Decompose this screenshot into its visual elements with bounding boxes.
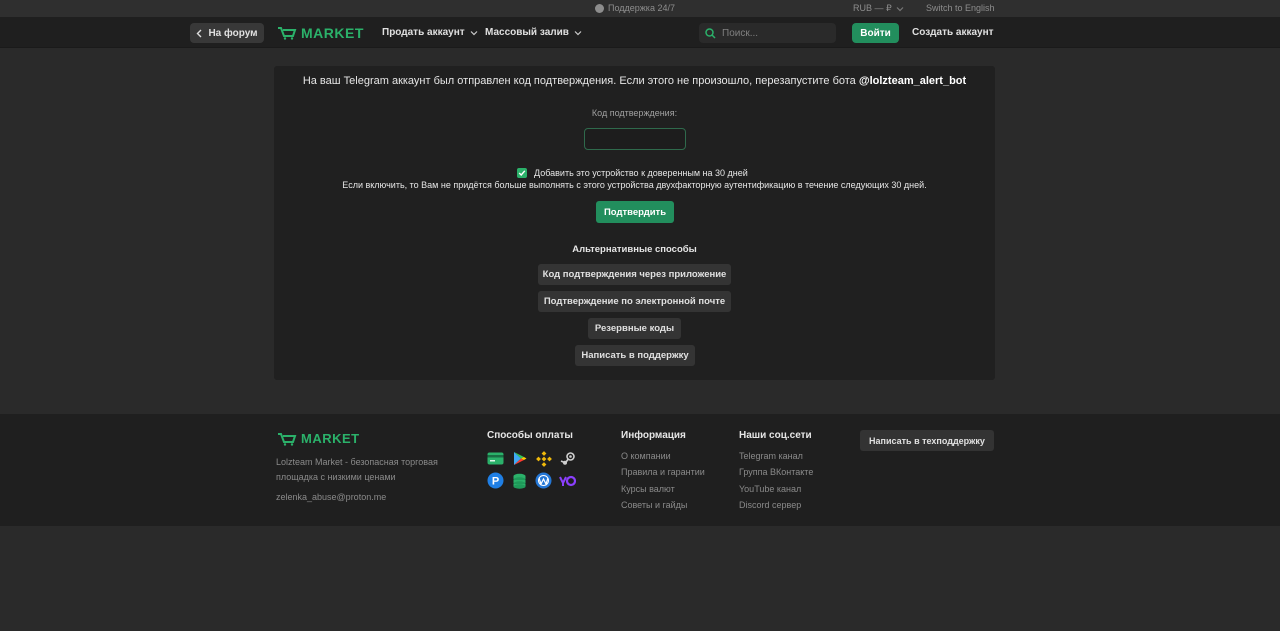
info-link-rates[interactable]: Курсы валют [621, 484, 675, 494]
search-icon [705, 27, 716, 39]
info-link-tips[interactable]: Советы и гайды [621, 500, 687, 510]
alt-backup-codes-button[interactable]: Резервные коды [588, 318, 681, 339]
main-nav: На форум MARKET Продать аккаунт Массовый… [0, 17, 1280, 48]
steam-icon [559, 450, 576, 467]
confirm-button[interactable]: Подтвердить [596, 201, 674, 223]
signup-link[interactable]: Создать аккаунт [912, 27, 994, 38]
chat-icon [595, 3, 604, 13]
market-logo[interactable]: MARKET [277, 25, 364, 41]
info-title: Информация [621, 430, 686, 441]
social-link-telegram[interactable]: Telegram канал [739, 451, 803, 461]
cart-icon [278, 27, 297, 40]
yoomoney-icon [559, 472, 576, 489]
back-to-forum-button[interactable]: На форум [190, 23, 264, 43]
currency-label: RUB — ₽ [853, 3, 892, 13]
social-link-vk[interactable]: Группа ВКонтакте [739, 467, 813, 477]
footer-logo[interactable]: MARKET [277, 431, 360, 446]
trust-label: Добавить это устройство к доверенным на … [534, 168, 748, 178]
code-input[interactable] [584, 128, 686, 150]
webmoney-icon [535, 472, 552, 489]
chevron-down-icon [896, 6, 904, 11]
support-label: Поддержка 24/7 [608, 3, 675, 13]
payments-title: Способы оплаты [487, 430, 573, 441]
svg-text:P: P [492, 476, 499, 488]
footer-logo-text: MARKET [301, 431, 360, 446]
back-label: На форум [208, 27, 258, 39]
chevron-left-icon [196, 29, 202, 37]
check-icon [518, 170, 526, 177]
bulk-upload-menu[interactable]: Массовый залив [485, 27, 582, 38]
binance-icon [535, 450, 552, 467]
telegram-message: На ваш Telegram аккаунт был отправлен ко… [274, 75, 995, 87]
info-link-rules[interactable]: Правила и гарантии [621, 467, 705, 477]
language-switch[interactable]: Switch to English [926, 3, 995, 13]
footer-description: Lolzteam Market - безопасная торговая пл… [276, 457, 438, 482]
chevron-down-icon [470, 30, 478, 35]
trust-device-row[interactable]: Добавить это устройство к доверенным на … [517, 168, 748, 178]
search-placeholder: Поиск... [722, 27, 759, 39]
alt-app-code-button[interactable]: Код подтверждения через приложение [538, 264, 731, 285]
message-text: На ваш Telegram аккаунт был отправлен ко… [302, 75, 856, 87]
code-label: Код подтверждения: [591, 108, 678, 118]
trust-hint: Если включить, то Вам не придётся больше… [342, 180, 927, 190]
search-input[interactable]: Поиск... [699, 23, 836, 43]
trust-checkbox[interactable] [517, 168, 527, 178]
footer-email[interactable]: zelenka_abuse@proton.me [276, 492, 386, 502]
footer: MARKET Lolzteam Market - безопасная торг… [0, 414, 1280, 526]
twofa-panel: На ваш Telegram аккаунт был отправлен ко… [274, 66, 995, 380]
card-icon [487, 450, 504, 467]
payment-icons: P [487, 450, 582, 489]
social-link-youtube[interactable]: YouTube канал [739, 484, 801, 494]
info-link-about[interactable]: О компании [621, 451, 671, 461]
currency-selector[interactable]: RUB — ₽ [853, 3, 904, 14]
google-play-icon [511, 450, 528, 467]
sell-account-menu[interactable]: Продать аккаунт [382, 27, 478, 38]
paypal-icon: P [487, 472, 504, 489]
alt-methods-title: Альтернативные способы [572, 244, 697, 255]
bulk-upload-label: Массовый залив [485, 27, 569, 38]
alt-support-button[interactable]: Написать в поддержку [575, 345, 695, 366]
tech-support-button[interactable]: Написать в техподдержку [860, 430, 994, 451]
bot-name: @lolzteam_alert_bot [858, 75, 967, 87]
support-link[interactable]: Поддержка 24/7 [595, 3, 675, 13]
alt-email-button[interactable]: Подтверждение по электронной почте [538, 291, 731, 312]
login-button[interactable]: Войти [852, 23, 899, 43]
social-link-discord[interactable]: Discord сервер [739, 500, 801, 510]
crypto-stack-icon [511, 472, 528, 489]
social-title: Наши соц.сети [739, 430, 812, 441]
cart-icon [278, 432, 297, 446]
sell-account-label: Продать аккаунт [382, 27, 465, 38]
chevron-down-icon [574, 30, 582, 35]
top-bar: Поддержка 24/7 RUB — ₽ Switch to English [0, 0, 1280, 17]
logo-text: MARKET [301, 25, 364, 41]
